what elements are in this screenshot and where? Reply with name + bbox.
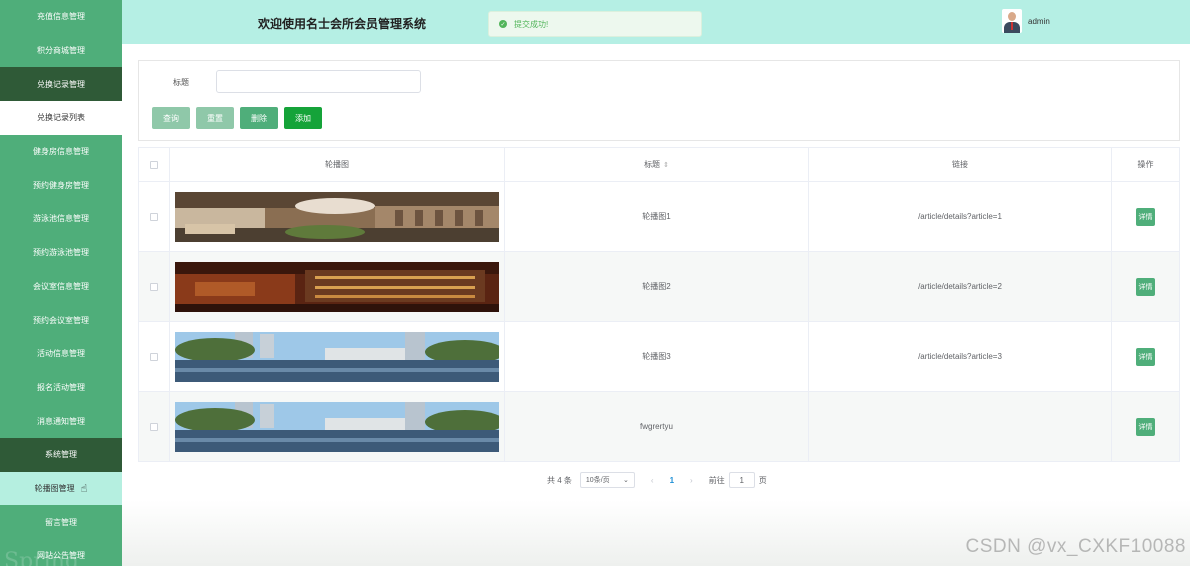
user-menu[interactable]: admin (1002, 9, 1050, 33)
row-checkbox[interactable] (150, 352, 158, 361)
prev-page-button[interactable]: ‹ (651, 476, 654, 485)
sidebar-item-pool-booking[interactable]: 预约游泳池管理 (0, 236, 122, 270)
sidebar: 充值信息管理 积分商城管理 兑换记录管理 兑换记录列表 健身房信息管理 预约健身… (0, 0, 122, 566)
table-row: 轮播图2 /article/details?article=2 详情 (139, 252, 1179, 322)
row-title: fwgrertyu (505, 392, 809, 461)
page-number-current[interactable]: 1 (670, 476, 674, 485)
sidebar-watermark: Spring (4, 549, 79, 566)
success-toast: ✓ 提交成功! (488, 11, 702, 37)
sidebar-subitem-carousel[interactable]: 轮播图管理 ☝ (0, 471, 122, 506)
row-link: /article/details?article=3 (809, 322, 1112, 391)
column-header-operation: 操作 (1137, 160, 1154, 169)
pagination: 共 4 条 10条/页 ⌄ ‹ 1 › 前往 1 页 (547, 472, 767, 488)
row-checkbox[interactable] (150, 422, 158, 431)
sidebar-item-points-mall[interactable]: 积分商城管理 (0, 34, 122, 68)
sidebar-item-activity-info[interactable]: 活动信息管理 (0, 337, 122, 371)
avatar (1002, 9, 1022, 33)
goto-page-input[interactable]: 1 (728, 472, 755, 488)
reset-button[interactable]: 重置 (196, 107, 234, 129)
table-row: 轮播图3 /article/details?article=3 详情 (139, 322, 1179, 392)
table-row: 轮播图1 /article/details?article=1 详情 (139, 182, 1179, 252)
page-size-select[interactable]: 10条/页 ⌄ (579, 472, 635, 488)
row-checkbox[interactable] (150, 282, 158, 291)
table-header-row: 轮播图 标题 ⇕ 链接 操作 (139, 148, 1179, 182)
detail-button[interactable]: 详情 (1136, 417, 1155, 436)
hand-cursor-icon: ☝ (80, 482, 88, 495)
row-title: 轮播图1 (505, 182, 809, 251)
carousel-table: 轮播图 标题 ⇕ 链接 操作 轮播图1 /article/details?art… (138, 147, 1180, 462)
row-title: 轮播图3 (505, 322, 809, 391)
search-title-input[interactable] (216, 70, 421, 93)
sidebar-item-system[interactable]: 系统管理 (0, 437, 122, 472)
chevron-down-icon: ⌄ (623, 477, 629, 484)
add-button[interactable]: 添加 (284, 107, 322, 129)
row-link: /article/details?article=2 (809, 252, 1112, 321)
sort-icon[interactable]: ⇕ (663, 161, 669, 169)
carousel-image-bar (175, 261, 499, 312)
column-header-image: 轮播图 (170, 148, 505, 181)
carousel-image-lobby (175, 191, 499, 242)
row-link: /article/details?article=1 (809, 182, 1112, 251)
page-suffix: 页 (758, 475, 767, 485)
column-header-link: 链接 (809, 148, 1112, 181)
sidebar-item-gym-booking[interactable]: 预约健身房管理 (0, 168, 122, 202)
search-panel: 标题 查询 重置 删除 添加 (138, 60, 1180, 141)
detail-button[interactable]: 详情 (1136, 347, 1155, 366)
username: admin (1028, 16, 1050, 26)
search-title-label: 标题 (173, 78, 189, 87)
pagination-total: 共 4 条 (547, 475, 572, 485)
detail-button[interactable]: 详情 (1136, 207, 1155, 226)
select-all-checkbox[interactable] (150, 160, 158, 169)
toast-message: 提交成功! (514, 19, 549, 29)
sidebar-item-exchange-records[interactable]: 兑换记录管理 (0, 67, 122, 102)
sidebar-item-activity-signup[interactable]: 报名活动管理 (0, 371, 122, 405)
row-link (809, 392, 1112, 461)
app: 充值信息管理 积分商城管理 兑换记录管理 兑换记录列表 健身房信息管理 预约健身… (0, 0, 1190, 566)
sidebar-subitem-exchange-list[interactable]: 兑换记录列表 (0, 101, 122, 135)
sidebar-item-gym-info[interactable]: 健身房信息管理 (0, 135, 122, 169)
goto-label: 前往 (708, 475, 725, 485)
page-size-value: 10条/页 (585, 477, 610, 484)
sidebar-item-meeting-room-info[interactable]: 会议室信息管理 (0, 270, 122, 304)
sidebar-subitem-carousel-label: 轮播图管理 (34, 483, 75, 493)
header: 欢迎使用名士会所会员管理系统 ✓ 提交成功! admin (122, 0, 1190, 44)
row-checkbox[interactable] (150, 212, 158, 221)
sidebar-item-notifications[interactable]: 消息通知管理 (0, 404, 122, 438)
row-title: 轮播图2 (505, 252, 809, 321)
sidebar-item-pool-info[interactable]: 游泳池信息管理 (0, 202, 122, 236)
next-page-button[interactable]: › (690, 476, 693, 485)
sidebar-item-meeting-room-booking[interactable]: 预约会议室管理 (0, 303, 122, 337)
column-header-title[interactable]: 标题 ⇕ (505, 148, 809, 181)
delete-button[interactable]: 删除 (240, 107, 278, 129)
detail-button[interactable]: 详情 (1136, 277, 1155, 296)
carousel-image-pool (175, 331, 499, 382)
table-row: fwgrertyu 详情 (139, 392, 1179, 462)
sidebar-item-recharge[interactable]: 充值信息管理 (0, 0, 122, 34)
sidebar-item-messages[interactable]: 留言管理 (0, 505, 122, 539)
page-title: 欢迎使用名士会所会员管理系统 (258, 17, 427, 31)
query-button[interactable]: 查询 (152, 107, 190, 129)
check-circle-icon: ✓ (499, 20, 507, 28)
column-header-title-label: 标题 (644, 160, 661, 169)
carousel-image-pool (175, 401, 499, 452)
csdn-watermark: CSDN @vx_CXKF10088 (965, 536, 1186, 557)
